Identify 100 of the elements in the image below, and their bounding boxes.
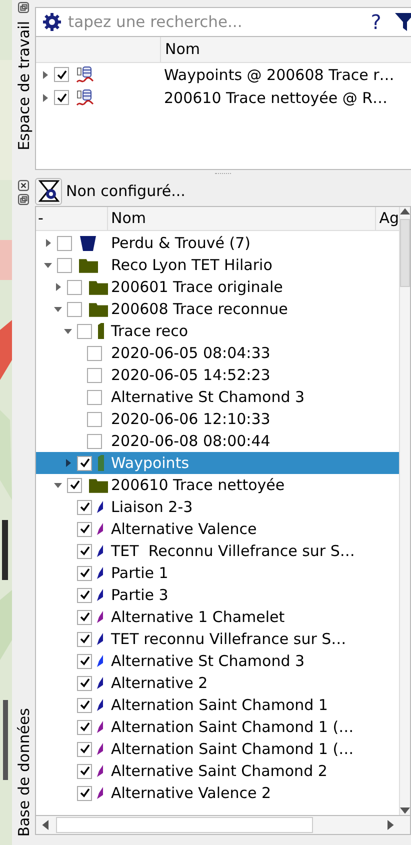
checkbox[interactable]: [57, 258, 72, 272]
filter-icon[interactable]: [395, 12, 411, 32]
tree-item[interactable]: 200608 Trace reconnue: [109, 300, 288, 318]
scroll-up-icon[interactable]: [400, 207, 410, 217]
tree-item[interactable]: 2020-06-05 08:04:33: [109, 344, 270, 362]
tree-item[interactable]: Alternative St Chamond 3: [109, 652, 305, 670]
checkbox[interactable]: [77, 742, 92, 756]
checkbox[interactable]: [77, 786, 92, 800]
layer-name[interactable]: 200610 Trace nettoyée @ R…: [161, 88, 388, 106]
tree-item[interactable]: TET reconnu Villefrance sur S…: [109, 630, 346, 648]
tree-row[interactable]: 2020-06-08 08:00:44: [36, 430, 399, 452]
tree-item[interactable]: Trace reco: [109, 322, 188, 340]
column-header[interactable]: Nom: [108, 207, 376, 230]
tree-row[interactable]: Trace reco: [36, 320, 399, 342]
scrollbar-thumb[interactable]: [56, 817, 313, 833]
tree-row[interactable]: 200608 Trace reconnue: [36, 298, 399, 320]
expand-arrow-icon[interactable]: [44, 239, 52, 247]
checkbox[interactable]: [87, 434, 102, 448]
column-header[interactable]: -: [36, 207, 108, 230]
tree-row[interactable]: TET Reconnu Villefrance sur S…: [36, 540, 399, 562]
tree-row[interactable]: Alternative Valence: [36, 518, 399, 540]
collapse-arrow-icon[interactable]: [44, 261, 52, 269]
tree-item[interactable]: 200601 Trace originale: [109, 278, 283, 296]
settings-icon[interactable]: [42, 12, 62, 32]
tree-row[interactable]: Alternative 1 Chamelet: [36, 606, 399, 628]
tree-row[interactable]: 2020-06-05 14:52:23: [36, 364, 399, 386]
tree-item[interactable]: Alternative 2: [109, 674, 208, 692]
checkbox[interactable]: [87, 346, 102, 360]
collapse-arrow-icon[interactable]: [54, 481, 62, 489]
checkbox[interactable]: [67, 478, 82, 492]
checkbox[interactable]: [77, 544, 92, 558]
checkbox[interactable]: [77, 324, 92, 338]
tree-item[interactable]: 2020-06-06 12:10:33: [109, 410, 270, 428]
tree-row[interactable]: Partie 1: [36, 562, 399, 584]
tree-item[interactable]: Alternation Saint Chamond 1 (…: [109, 740, 354, 758]
checkbox[interactable]: [77, 698, 92, 712]
tree-row[interactable]: Alternative 2: [36, 672, 399, 694]
tree-row[interactable]: 2020-06-05 08:04:33: [36, 342, 399, 364]
checkbox[interactable]: [77, 566, 92, 580]
expand-arrow-icon[interactable]: [41, 70, 49, 78]
column-header[interactable]: Ag: [376, 207, 399, 230]
scroll-left-icon[interactable]: [41, 820, 51, 830]
tree-item[interactable]: Alternative Saint Chamond 2: [109, 762, 328, 780]
checkbox[interactable]: [67, 280, 82, 294]
tree-row[interactable]: Alternative St Chamond 3: [36, 650, 399, 672]
tree-row[interactable]: Alternation Saint Chamond 1 (…: [36, 738, 399, 760]
tree-item[interactable]: Reco Lyon TET Hilario: [109, 256, 272, 274]
tree-item[interactable]: 2020-06-08 08:00:44: [109, 432, 270, 450]
checkbox[interactable]: [77, 456, 92, 470]
float-icon[interactable]: [18, 2, 29, 13]
checkbox[interactable]: [77, 654, 92, 668]
tree-row[interactable]: Partie 3: [36, 584, 399, 606]
tree-item[interactable]: 200610 Trace nettoyée: [109, 476, 285, 494]
checkbox[interactable]: [67, 302, 82, 316]
tree-item[interactable]: Liaison 2-3: [109, 498, 193, 516]
tree-row[interactable]: 200601 Trace originale: [36, 276, 399, 298]
collapse-arrow-icon[interactable]: [64, 327, 72, 335]
search-field[interactable]: tapez une recherche... ?: [35, 7, 411, 37]
column-header[interactable]: Nom: [161, 37, 200, 62]
checkbox[interactable]: [54, 67, 69, 82]
checkbox[interactable]: [77, 588, 92, 602]
tree-row[interactable]: Alternative Valence 2: [36, 782, 399, 804]
tree-row[interactable]: Liaison 2-3: [36, 496, 399, 518]
tree-row[interactable]: TET reconnu Villefrance sur S…: [36, 628, 399, 650]
close-icon[interactable]: [18, 180, 29, 191]
checkbox[interactable]: [77, 764, 92, 778]
tree-row[interactable]: 200610 Trace nettoyée: [36, 474, 399, 496]
checkbox[interactable]: [57, 236, 72, 250]
checkbox[interactable]: [54, 90, 69, 105]
tree-row[interactable]: Perdu & Trouvé (7): [36, 232, 399, 254]
tree-item[interactable]: 2020-06-05 14:52:23: [109, 366, 270, 384]
tree-row[interactable]: Alternation Saint Chamond 1 (…: [36, 716, 399, 738]
tree-item[interactable]: Alternative Valence: [109, 520, 257, 538]
checkbox[interactable]: [77, 676, 92, 690]
tree-item[interactable]: Waypoints: [109, 454, 190, 472]
float-icon[interactable]: [18, 194, 29, 205]
expand-arrow-icon[interactable]: [41, 94, 49, 102]
checkbox[interactable]: [77, 610, 92, 624]
checkbox[interactable]: [77, 522, 92, 536]
tree-item[interactable]: Alternative 1 Chamelet: [109, 608, 285, 626]
tree-row[interactable]: Alternative Saint Chamond 2: [36, 760, 399, 782]
checkbox[interactable]: [77, 632, 92, 646]
sidebar-tab[interactable]: Base de données: [14, 708, 32, 837]
tree-item[interactable]: TET Reconnu Villefrance sur S…: [109, 542, 355, 560]
expand-arrow-icon[interactable]: [64, 459, 72, 467]
checkbox[interactable]: [87, 368, 102, 382]
tree-item[interactable]: Perdu & Trouvé (7): [109, 234, 251, 252]
tree-row[interactable]: Alternation Saint Chamond 1: [36, 694, 399, 716]
checkbox[interactable]: [77, 720, 92, 734]
scroll-right-icon[interactable]: [385, 820, 395, 830]
collapse-arrow-icon[interactable]: [54, 305, 62, 313]
tree-row[interactable]: Alternative St Chamond 3: [36, 386, 399, 408]
checkbox[interactable]: [77, 500, 92, 514]
tree-row[interactable]: 2020-06-06 12:10:33: [36, 408, 399, 430]
tree-item[interactable]: Alternation Saint Chamond 1: [109, 696, 328, 714]
scrollbar-thumb[interactable]: [400, 219, 410, 287]
expand-arrow-icon[interactable]: [54, 283, 62, 291]
sidebar-tab[interactable]: Espace de travail: [14, 21, 32, 150]
checkbox[interactable]: [87, 390, 102, 404]
tree-item[interactable]: Alternative St Chamond 3: [109, 388, 305, 406]
